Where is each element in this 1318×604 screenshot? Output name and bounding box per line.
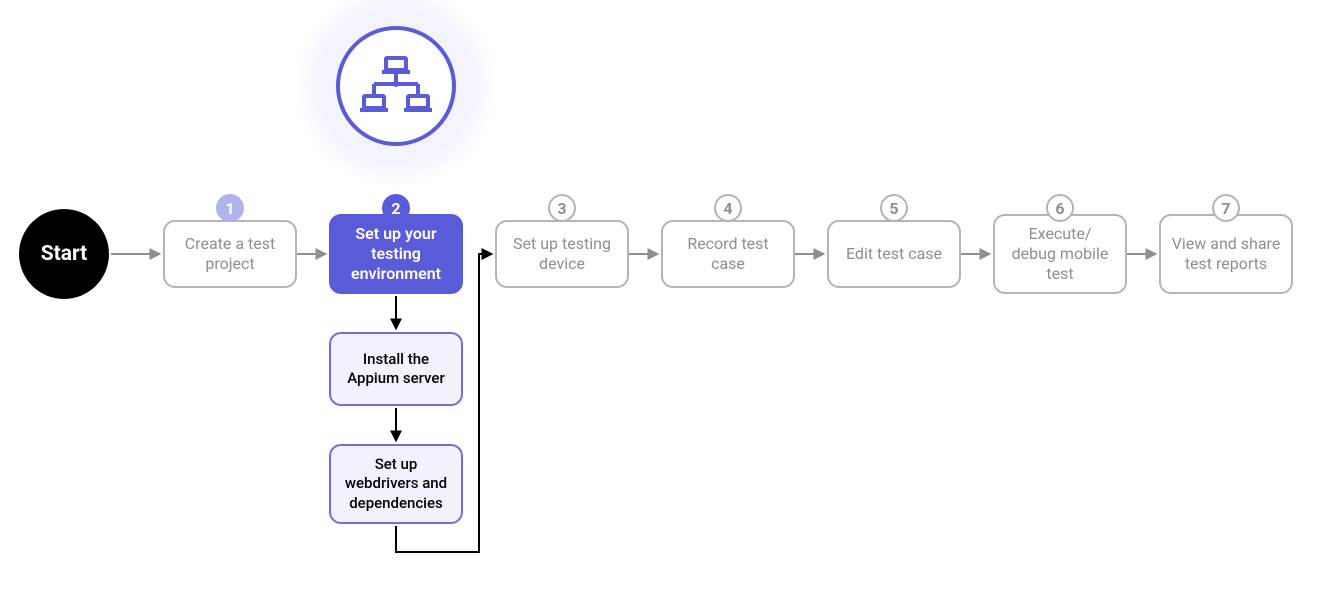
- step-2-label: Set up your testing environment: [341, 224, 451, 284]
- step-7-box: View and share test reports: [1159, 214, 1293, 294]
- substep-2b-label: Set up webdrivers and dependencies: [341, 455, 451, 514]
- step-2-badge: 2: [382, 194, 410, 222]
- step-1-box: Create a test project: [163, 220, 297, 288]
- step-4-number: 4: [723, 199, 732, 218]
- substep-2b-box: Set up webdrivers and dependencies: [329, 444, 463, 524]
- step-4-box: Record test case: [661, 220, 795, 288]
- step-2-box: Set up your testing environment: [329, 214, 463, 294]
- step-4-label: Record test case: [673, 234, 783, 274]
- step-1-label: Create a test project: [175, 234, 285, 274]
- step-7-number: 7: [1221, 199, 1230, 218]
- connectors: [0, 0, 1318, 604]
- step-3-number: 3: [557, 199, 566, 218]
- step-6-badge: 6: [1046, 194, 1074, 222]
- step-5-box: Edit test case: [827, 220, 961, 288]
- step-5-label: Edit test case: [839, 244, 949, 264]
- substep-2a-label: Install the Appium server: [341, 350, 451, 389]
- step-3-label: Set up testing device: [507, 234, 617, 274]
- step-1-number: 1: [225, 199, 234, 218]
- step-7-badge: 7: [1212, 194, 1240, 222]
- step-6-box: Execute/ debug mobile test: [993, 214, 1127, 294]
- step-5-badge: 5: [880, 194, 908, 222]
- step-3-box: Set up testing device: [495, 220, 629, 288]
- step-2-number: 2: [391, 199, 400, 218]
- step-4-badge: 4: [714, 194, 742, 222]
- flowchart-stage: Start Create a test project 1 Set up you…: [0, 0, 1318, 604]
- step-3-badge: 3: [548, 194, 576, 222]
- step-7-label: View and share test reports: [1171, 234, 1281, 274]
- substep-2a-box: Install the Appium server: [329, 332, 463, 406]
- step-6-label: Execute/ debug mobile test: [1005, 224, 1115, 284]
- step-6-number: 6: [1055, 199, 1064, 218]
- step-5-number: 5: [889, 199, 898, 218]
- start-node: Start: [19, 209, 109, 299]
- start-label: Start: [41, 242, 88, 266]
- step-2-icon-circle: [336, 26, 456, 146]
- network-hierarchy-icon: [360, 56, 432, 116]
- step-1-badge: 1: [216, 194, 244, 222]
